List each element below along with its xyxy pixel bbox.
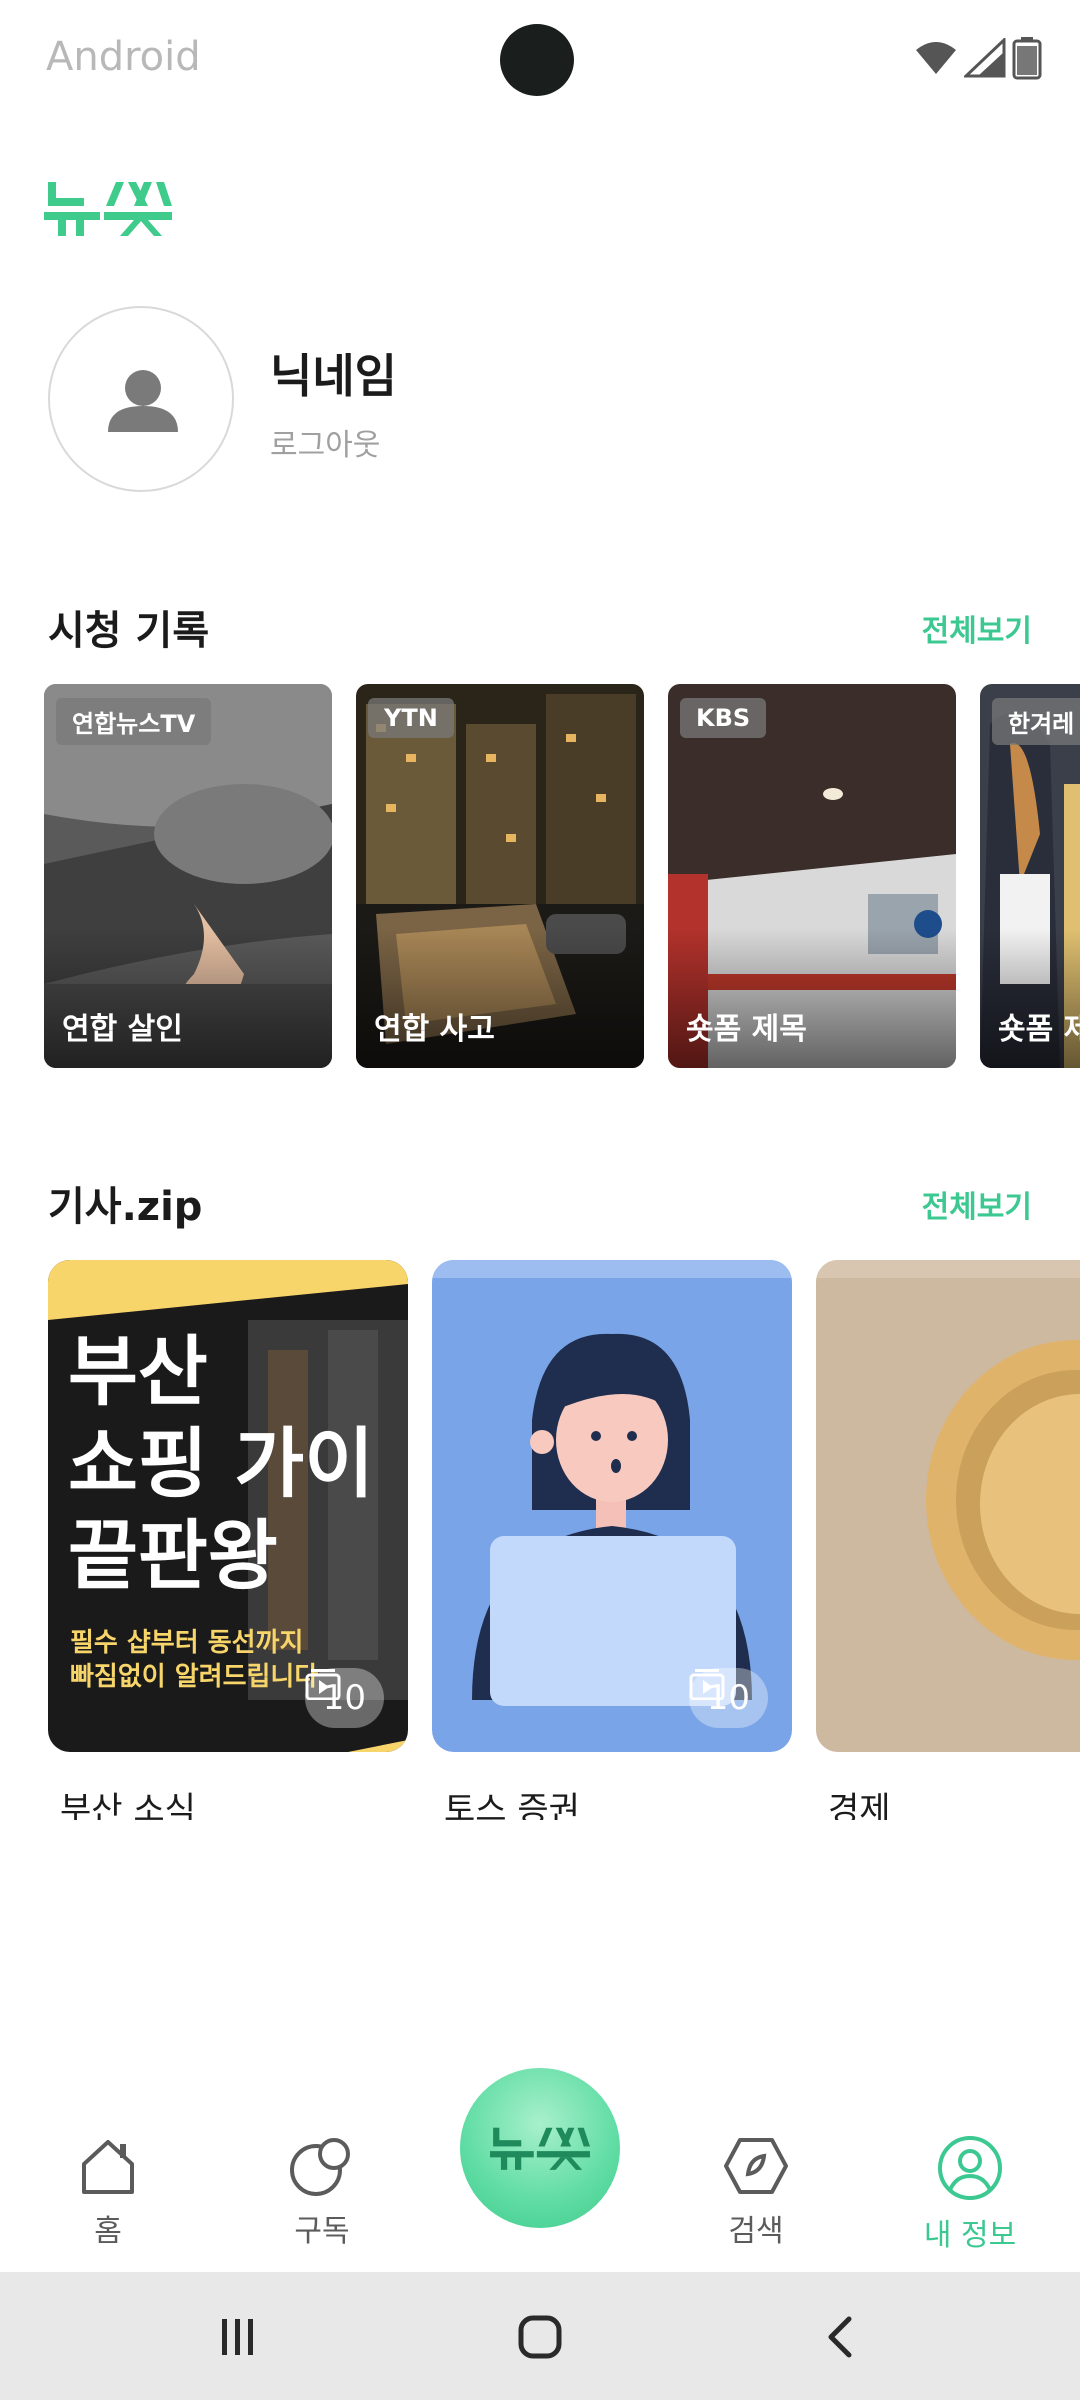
history-card[interactable]: 연합뉴스TV 연합 살인 bbox=[44, 684, 332, 1068]
history-source-badge: 연합뉴스TV bbox=[56, 698, 212, 745]
camera-cutout bbox=[500, 24, 574, 96]
history-caption: 숏폼 제목 bbox=[686, 1012, 807, 1047]
history-card[interactable]: 한겨레 숏폼 제목 bbox=[980, 684, 1080, 1068]
bottom-nav: 홈 구독 검색 내 정보 bbox=[0, 2068, 1080, 2270]
center-logo-button[interactable] bbox=[460, 2068, 620, 2228]
profile-icon bbox=[938, 2136, 1002, 2200]
system-nav-bar bbox=[0, 2272, 1080, 2400]
zip-poster-text: 부산 쇼핑 가이 끝판왕 bbox=[68, 1327, 375, 1600]
logo-icon bbox=[490, 2127, 590, 2170]
zip-label: 경제 bbox=[828, 1790, 891, 1820]
profile-nickname: 닉네임 bbox=[270, 349, 397, 403]
video-stack-icon bbox=[689, 1669, 725, 1700]
status-label: Android bbox=[46, 34, 201, 80]
wifi-icon bbox=[916, 42, 956, 74]
zip-count-badge: 10 bbox=[688, 1668, 768, 1728]
recents-icon bbox=[222, 2319, 253, 2355]
home-icon bbox=[82, 2140, 134, 2194]
back-button[interactable] bbox=[800, 2302, 880, 2372]
history-source-badge: YTN bbox=[368, 698, 454, 738]
history-caption: 연합 살인 bbox=[62, 1012, 183, 1047]
status-icons bbox=[914, 36, 1042, 80]
nav-subscribe[interactable]: 구독 bbox=[252, 2134, 392, 2250]
history-card[interactable]: YTN 연합 사고 bbox=[356, 684, 644, 1068]
profile-avatar[interactable] bbox=[48, 306, 234, 492]
compass-icon bbox=[724, 2138, 788, 2194]
zip-thumb: 부산 쇼핑 가이 끝판왕 필수 샵부터 동선까지 빠짐없이 알려드립니다 10 bbox=[48, 1260, 408, 1752]
zip-label: 부산 소식 bbox=[60, 1790, 196, 1820]
nav-search[interactable]: 검색 bbox=[686, 2134, 826, 2250]
zip-thumb-image bbox=[816, 1260, 1080, 1752]
home-circle-icon bbox=[518, 2315, 562, 2359]
history-source-badge: 한겨레 bbox=[992, 698, 1080, 745]
article-zip-see-all[interactable]: 전체보기 bbox=[922, 1182, 1032, 1226]
recents-button[interactable] bbox=[198, 2302, 278, 2372]
back-icon bbox=[828, 2316, 852, 2358]
history-caption: 연합 사고 bbox=[374, 1012, 495, 1047]
zip-thumb bbox=[816, 1260, 1080, 1752]
status-bar: Android bbox=[0, 0, 1080, 120]
home-system-button[interactable] bbox=[500, 2302, 580, 2372]
history-card[interactable]: KBS 숏폼 제목 bbox=[668, 684, 956, 1068]
watch-history-see-all[interactable]: 전체보기 bbox=[922, 606, 1032, 650]
watch-history-row: 연합뉴스TV 연합 살인 YTN 연합 사고 KBS 숏폼 제목 한겨레 숏폼 … bbox=[0, 684, 1080, 1068]
signal-icon bbox=[964, 38, 1006, 78]
nav-my-info[interactable]: 내 정보 bbox=[900, 2134, 1040, 2254]
subscribe-icon bbox=[290, 2138, 350, 2196]
battery-icon bbox=[1012, 37, 1042, 80]
nav-label: 내 정보 bbox=[923, 2218, 1017, 2253]
history-caption: 숏폼 제목 bbox=[998, 1012, 1080, 1047]
video-stack-icon bbox=[305, 1669, 341, 1700]
zip-poster-subtext: 필수 샵부터 동선까지 빠짐없이 알려드립니다 bbox=[70, 1628, 319, 1692]
person-icon bbox=[108, 370, 178, 432]
nav-home[interactable]: 홈 bbox=[38, 2134, 178, 2250]
article-zip-title: 기사.zip bbox=[48, 1184, 203, 1230]
zip-count-badge: 10 bbox=[304, 1668, 384, 1728]
app-screen: Android 닉네임 로그아웃 시청 기록 전체보기 연합뉴스TV 연합 살인… bbox=[0, 0, 1080, 2400]
article-zip-row: 부산 쇼핑 가이 끝판왕 필수 샵부터 동선까지 빠짐없이 알려드립니다 10 … bbox=[0, 1260, 1080, 1820]
zip-label: 토스 증권 bbox=[444, 1790, 580, 1820]
watch-history-title: 시청 기록 bbox=[48, 608, 210, 654]
nav-label: 검색 bbox=[728, 2214, 784, 2249]
nav-label: 홈 bbox=[94, 2214, 122, 2249]
zip-thumb: 10 bbox=[432, 1260, 792, 1752]
nav-label: 구독 bbox=[294, 2214, 350, 2249]
app-logo[interactable] bbox=[44, 176, 172, 244]
logout-link[interactable]: 로그아웃 bbox=[270, 420, 380, 464]
history-source-badge: KBS bbox=[680, 698, 767, 738]
